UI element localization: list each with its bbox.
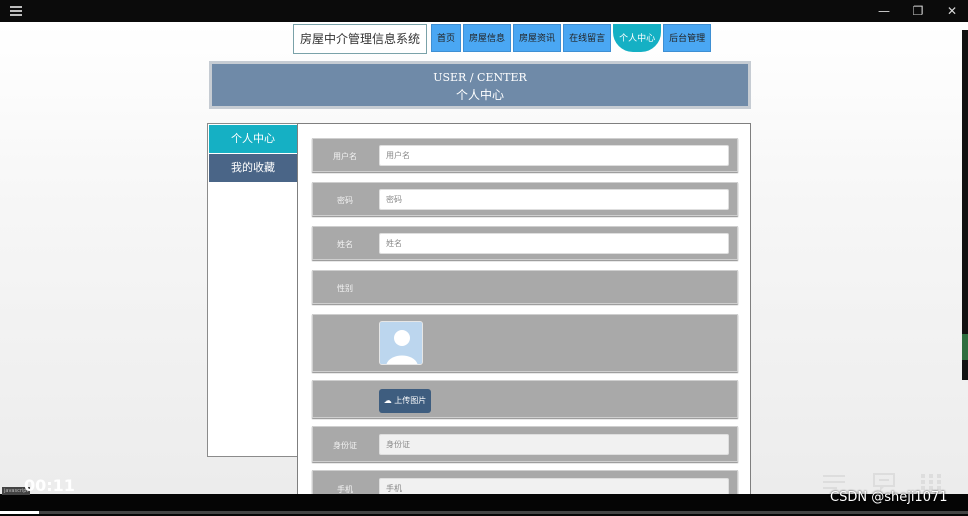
name-label: 姓名 xyxy=(337,240,353,249)
profile-form: 用户名 用户名 密码 密码 姓名 姓名 性别 ☁ 上传图片 身份证 身份证 手机… xyxy=(297,123,751,494)
name-input[interactable]: 姓名 xyxy=(379,233,729,254)
scrollbar-thumb[interactable] xyxy=(962,334,968,360)
restore-button[interactable]: ❐ xyxy=(911,4,925,18)
comment-icon[interactable] xyxy=(872,472,896,492)
banner-english-title: USER / CENTER xyxy=(433,71,527,84)
nav-admin[interactable]: 后台管理 xyxy=(663,24,712,52)
sidebar-item-favorites[interactable]: 我的收藏 xyxy=(209,154,297,182)
default-avatar-icon xyxy=(380,322,422,364)
form-row-phone: 手机 手机 xyxy=(312,470,738,494)
web-page: 房屋中介管理信息系统 首页 房屋信息 房屋资讯 在线留言 个人中心 后台管理 U… xyxy=(0,22,968,494)
banner-chinese-title: 个人中心 xyxy=(455,88,504,102)
top-navigation: 房屋中介管理信息系统 首页 房屋信息 房屋资讯 在线留言 个人中心 后台管理 xyxy=(293,24,713,54)
csdn-watermark: CSDN @sheji1071 xyxy=(830,490,948,505)
form-row-name: 姓名 姓名 xyxy=(312,226,738,260)
site-title: 房屋中介管理信息系统 xyxy=(293,24,428,54)
gender-label: 性别 xyxy=(337,284,353,293)
hamburger-menu-icon[interactable] xyxy=(10,6,22,16)
form-row-upload: ☁ 上传图片 xyxy=(312,380,738,418)
password-input[interactable]: 密码 xyxy=(379,189,729,210)
nav-house-news[interactable]: 房屋资讯 xyxy=(513,24,562,52)
avatar-image xyxy=(379,321,423,365)
idcard-label: 身份证 xyxy=(333,441,357,450)
nav-messages[interactable]: 在线留言 xyxy=(563,24,612,52)
video-progress-track[interactable] xyxy=(0,511,968,514)
window-titlebar: — ❐ ✕ xyxy=(0,0,968,22)
user-sidebar: 个人中心 我的收藏 xyxy=(207,123,299,457)
sidebar-item-user-center[interactable]: 个人中心 xyxy=(209,125,297,153)
nav-house-info[interactable]: 房屋信息 xyxy=(463,24,512,52)
nav-home[interactable]: 首页 xyxy=(431,24,462,52)
form-row-username: 用户名 用户名 xyxy=(312,138,738,172)
user-center-banner: USER / CENTER 个人中心 xyxy=(209,61,751,109)
username-label: 用户名 xyxy=(333,152,357,161)
minimize-button[interactable]: — xyxy=(877,4,891,18)
form-row-gender[interactable]: 性别 xyxy=(312,270,738,304)
cloud-upload-icon: ☁ xyxy=(383,396,392,405)
form-row-password: 密码 密码 xyxy=(312,182,738,216)
phone-label: 手机 xyxy=(337,485,353,494)
close-button[interactable]: ✕ xyxy=(945,4,959,18)
form-row-avatar xyxy=(312,314,738,372)
phone-input[interactable]: 手机 xyxy=(379,478,729,494)
form-row-idcard: 身份证 身份证 xyxy=(312,426,738,462)
scrollbar-track[interactable] xyxy=(962,30,968,380)
grid-menu-icon[interactable] xyxy=(919,472,943,492)
playlist-icon[interactable] xyxy=(822,472,846,492)
password-label: 密码 xyxy=(337,196,353,205)
username-input[interactable]: 用户名 xyxy=(379,145,729,166)
video-time: 00:11 xyxy=(24,476,75,495)
idcard-input[interactable]: 身份证 xyxy=(379,434,729,455)
upload-button-label: 上传图片 xyxy=(394,396,427,405)
video-progress-fill xyxy=(0,511,39,514)
nav-user-center[interactable]: 个人中心 xyxy=(613,24,662,52)
upload-image-button[interactable]: ☁ 上传图片 xyxy=(379,389,431,413)
